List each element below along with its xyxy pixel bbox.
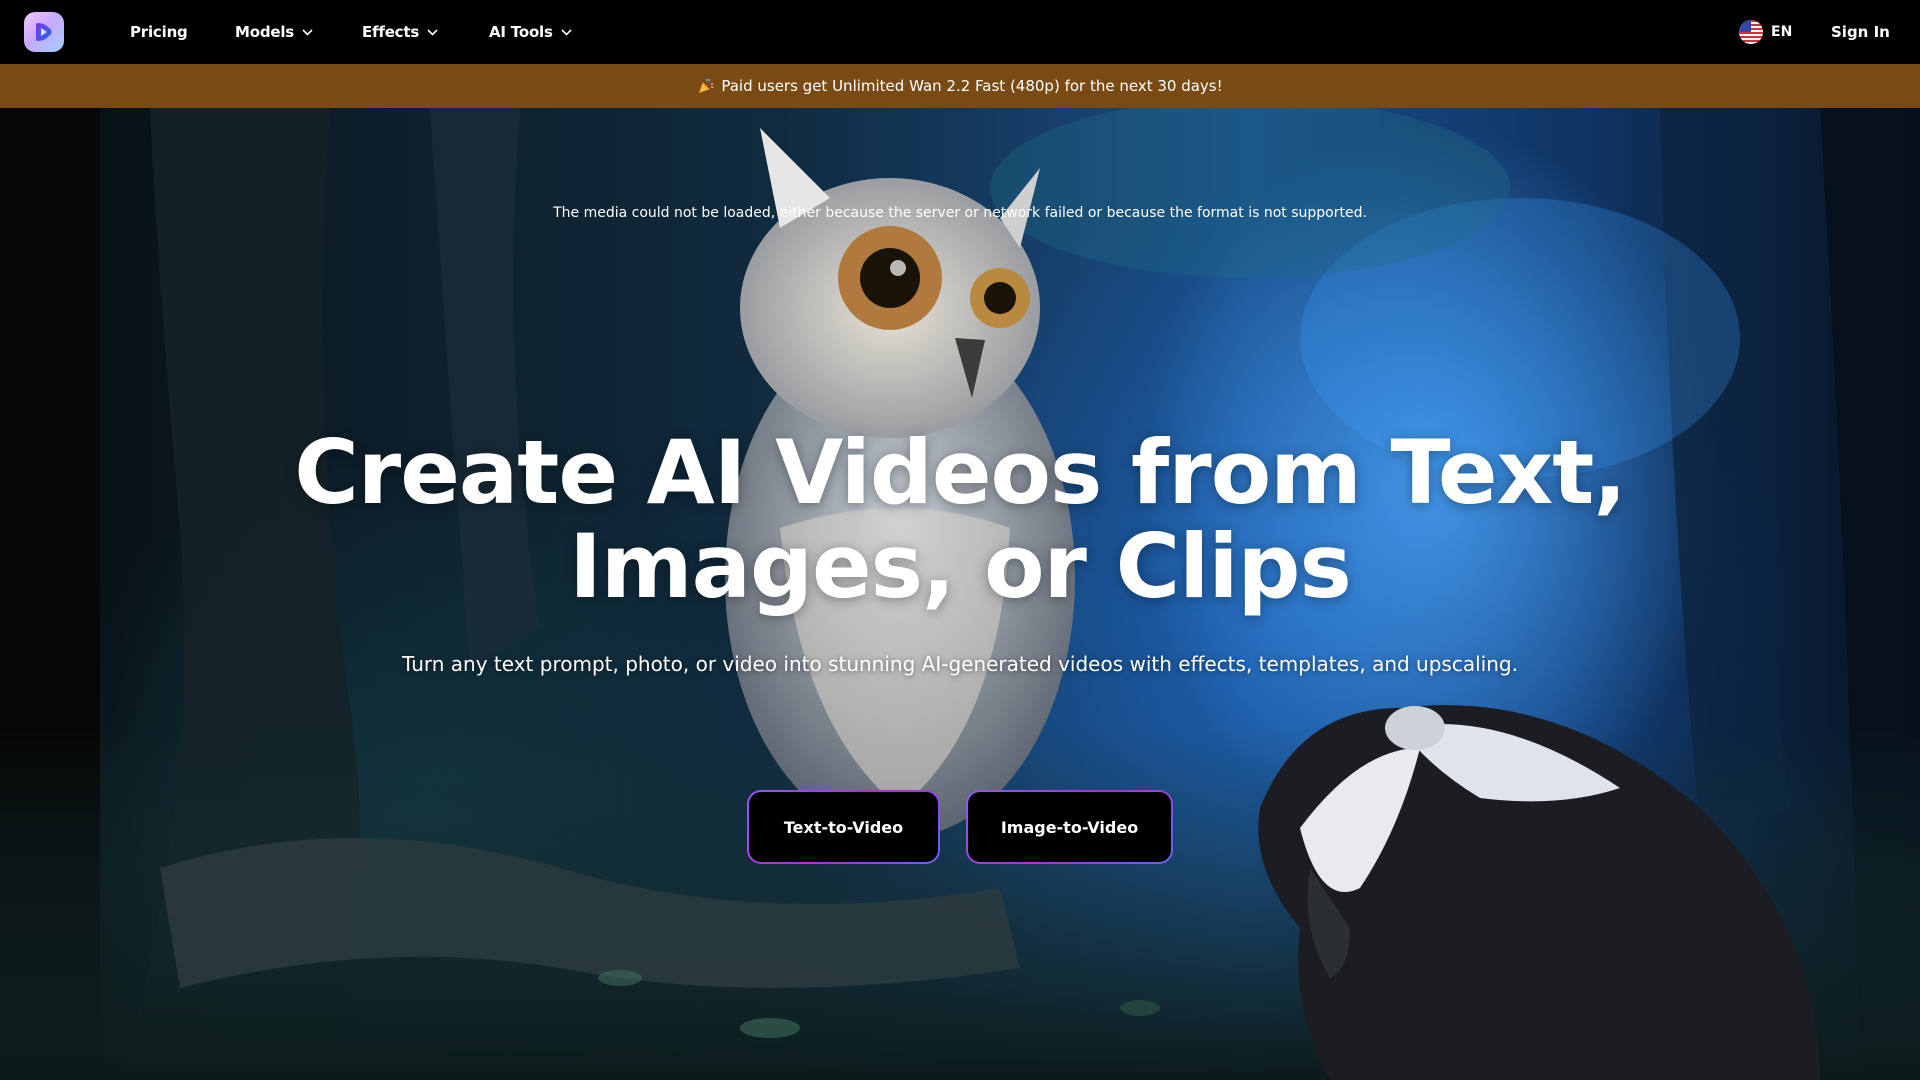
chevron-down-icon [561, 28, 572, 36]
nav-item-label: Models [235, 23, 295, 41]
nav-item-ai-tools[interactable]: AI Tools [489, 0, 572, 64]
button-label: Text-to-Video [783, 817, 904, 837]
chevron-down-icon [302, 28, 313, 36]
hero-headline-line-2: Images, or Clips [569, 515, 1352, 618]
top-nav: Pricing Models Effects AI Tools EN Sign … [0, 0, 1920, 64]
image-to-video-button[interactable]: Image-to-Video [966, 790, 1173, 864]
text-to-video-button[interactable]: Text-to-Video [747, 790, 940, 864]
nav-item-label: Effects [362, 23, 420, 41]
nav-item-models[interactable]: Models [235, 0, 313, 64]
play-logo-icon [36, 23, 52, 41]
hero-headline-line-1: Create AI Videos from Text, [294, 421, 1627, 524]
us-flag-icon [1739, 20, 1763, 44]
nav-item-effects[interactable]: Effects [362, 0, 438, 64]
hero-section: The media could not be loaded, either be… [0, 108, 1920, 1080]
logo[interactable] [24, 12, 64, 52]
promo-text: Paid users get Unlimited Wan 2.2 Fast (4… [721, 77, 1223, 95]
hero-subheadline: Turn any text prompt, photo, or video in… [402, 652, 1518, 676]
language-selector[interactable]: EN [1739, 0, 1792, 64]
chevron-down-icon [427, 28, 438, 36]
language-label: EN [1771, 24, 1793, 40]
party-popper-icon [697, 77, 715, 95]
hero-headline: Create AI Videos from Text, Images, or C… [0, 426, 1920, 614]
media-error-message: The media could not be loaded, either be… [553, 205, 1367, 221]
promo-banner[interactable]: Paid users get Unlimited Wan 2.2 Fast (4… [0, 64, 1920, 108]
nav-item-label: AI Tools [489, 23, 553, 41]
sign-in-button[interactable]: Sign In [1831, 0, 1890, 64]
nav-item-pricing[interactable]: Pricing [130, 0, 188, 64]
button-label: Image-to-Video [1000, 817, 1139, 837]
sign-in-label: Sign In [1831, 23, 1890, 41]
nav-item-label: Pricing [130, 23, 188, 41]
